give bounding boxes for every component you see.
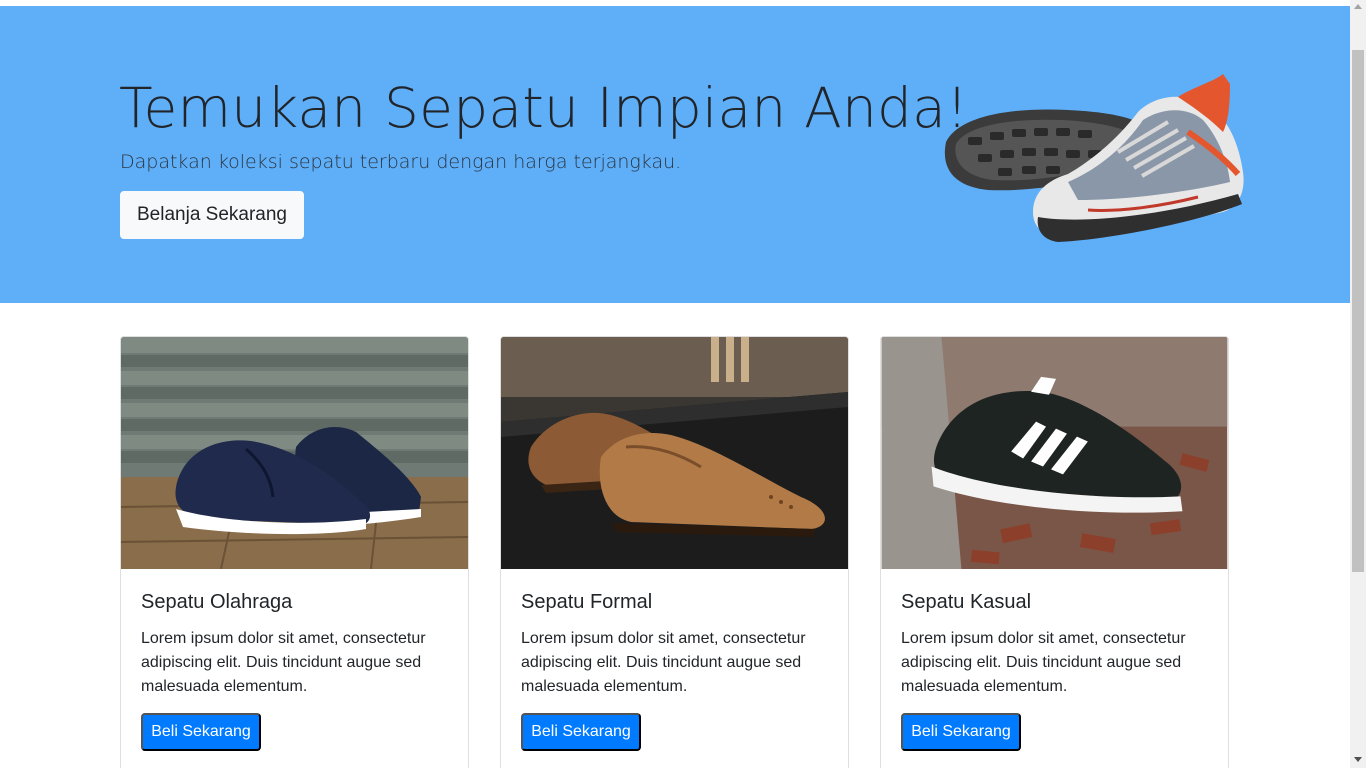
buy-now-button[interactable]: Beli Sekarang: [901, 713, 1021, 751]
product-card-casual: Sepatu Kasual Lorem ipsum dolor sit amet…: [880, 336, 1229, 768]
vertical-scrollbar[interactable]: [1350, 0, 1366, 768]
card-description: Lorem ipsum dolor sit amet, consectetur …: [521, 630, 806, 695]
hero-subtitle: Dapatkan koleksi sepatu terbaru dengan h…: [120, 151, 682, 173]
scroll-down-arrow-icon[interactable]: [1354, 757, 1362, 762]
card-description: Lorem ipsum dolor sit amet, consectetur …: [141, 630, 426, 695]
sport-sneaker-photo: [121, 337, 468, 569]
card-title: Sepatu Formal: [521, 591, 653, 613]
card-title: Sepatu Kasual: [901, 591, 1032, 613]
product-card-sport: Sepatu Olahraga Lorem ipsum dolor sit am…: [120, 336, 469, 768]
running-shoe-image: [944, 74, 1244, 242]
hero-jumbotron: Temukan Sepatu Impian Anda! Dapatkan kol…: [0, 6, 1350, 303]
casual-sneaker-photo: [881, 337, 1228, 569]
formal-oxford-shoe-photo: [501, 337, 848, 569]
card-title: Sepatu Olahraga: [141, 591, 293, 613]
scrollbar-thumb[interactable]: [1352, 50, 1364, 572]
buy-now-button[interactable]: Beli Sekarang: [141, 713, 261, 751]
product-card-formal: Sepatu Formal Lorem ipsum dolor sit amet…: [500, 336, 849, 768]
shop-now-button[interactable]: Belanja Sekarang: [120, 191, 304, 239]
scroll-up-arrow-icon[interactable]: [1354, 4, 1362, 9]
card-description: Lorem ipsum dolor sit amet, consectetur …: [901, 630, 1186, 695]
hero-title: Temukan Sepatu Impian Anda!: [119, 76, 969, 140]
buy-now-button[interactable]: Beli Sekarang: [521, 713, 641, 751]
